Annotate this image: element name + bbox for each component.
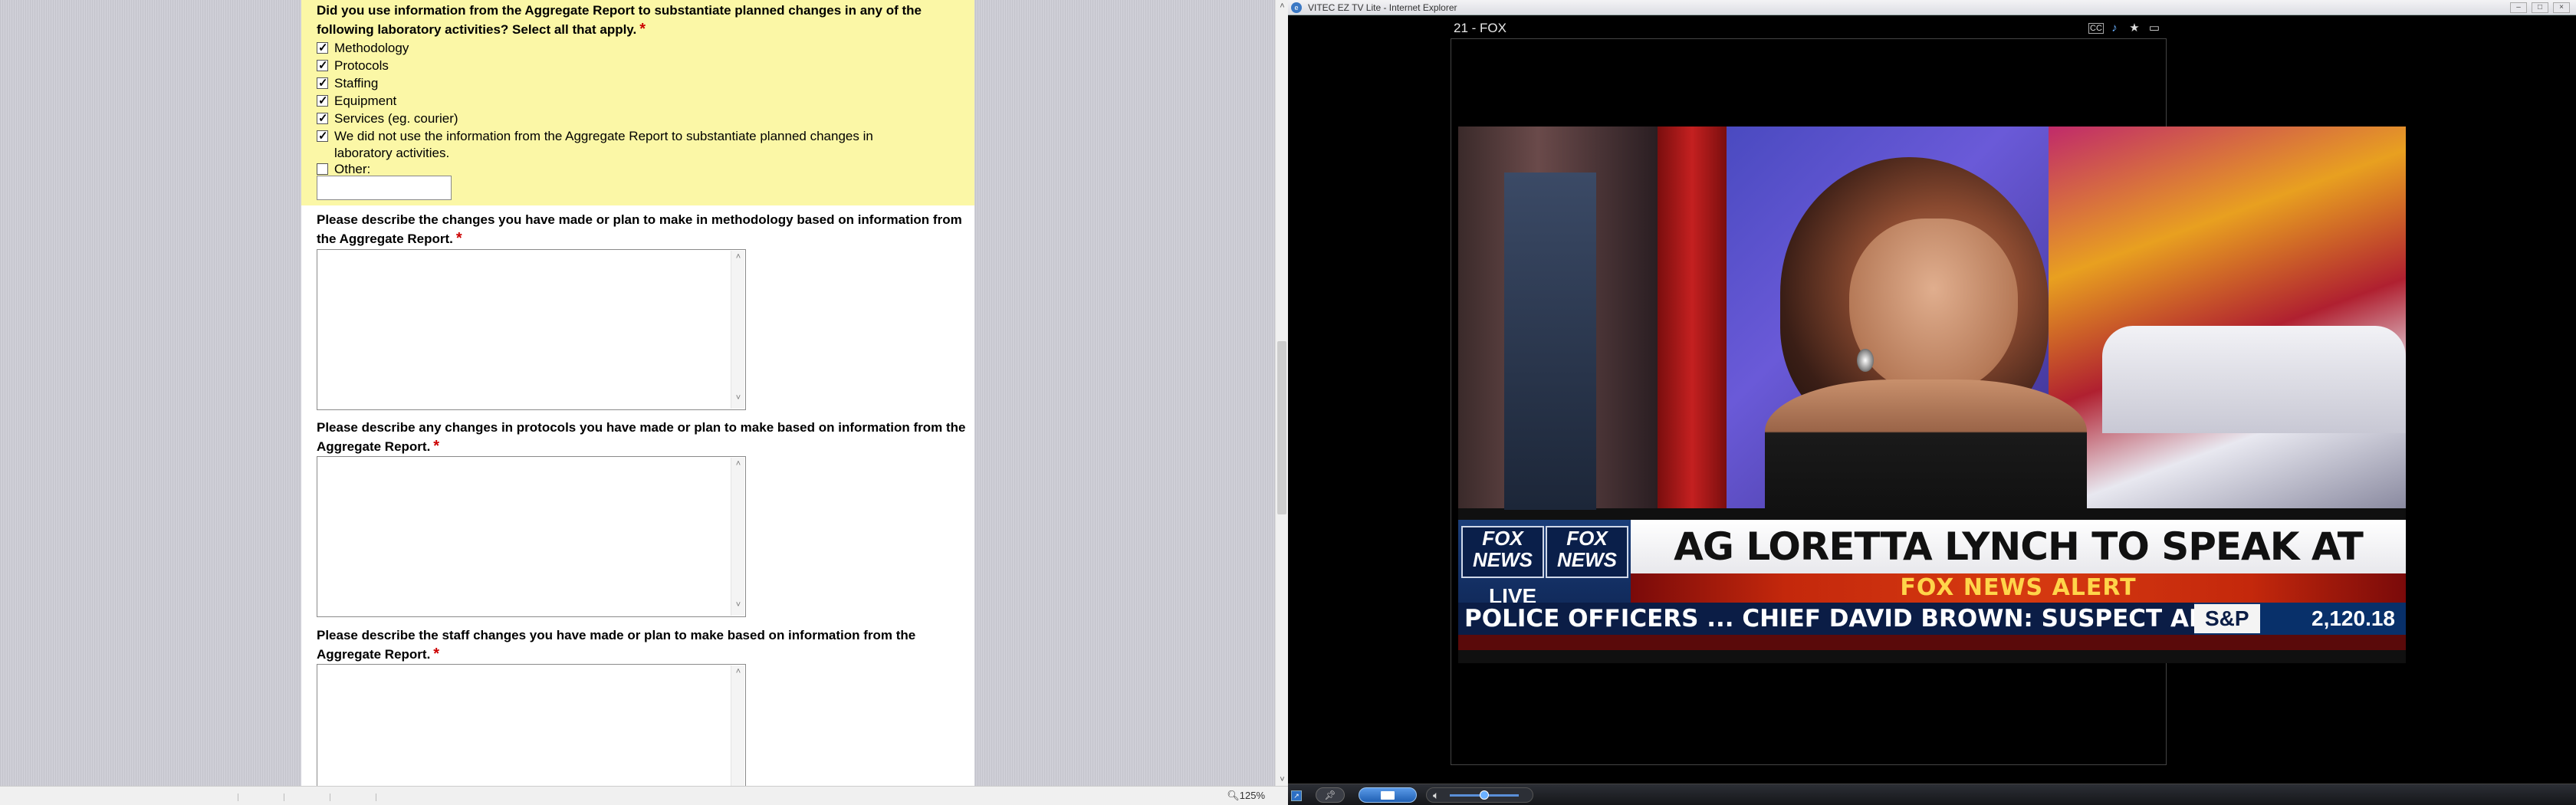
channel-bar: 21 - FOX CC ♪ ★ ▭ (1451, 18, 2167, 38)
cc-icon[interactable]: CC (2088, 23, 2104, 34)
scene-earring (1857, 349, 1874, 372)
option-label: Services (eg. courier) (334, 111, 458, 126)
textarea-scrollbar[interactable]: ˄ (731, 665, 744, 789)
option-did-not-use[interactable]: We did not use the information from the … (317, 128, 930, 162)
pin-button[interactable]: 📌︎ (1316, 787, 1345, 803)
channel-label: 21 - FOX (1454, 21, 1506, 35)
methodology-textarea[interactable]: ˄ ˅ (317, 249, 746, 410)
checkbox-staffing[interactable] (317, 75, 328, 92)
browser-pane: Did you use information from the Aggrega… (0, 0, 1288, 805)
scrollbar-thumb[interactable] (1277, 341, 1286, 514)
question-methodology-block: Did you use information from the Aggrega… (301, 0, 974, 205)
news-crawl: POLICE OFFICERS ... CHIEF DAVID BROWN: S… (1458, 603, 2406, 635)
required-asterisk: * (433, 646, 440, 662)
fox-news-logo: FOX NEWS (1546, 526, 1628, 578)
video-picture[interactable]: FOX NEWS FOX NEWS LIVE AG LORETTA LYNCH … (1458, 127, 2406, 663)
option-methodology[interactable]: Methodology (317, 40, 930, 57)
required-asterisk: * (433, 438, 440, 455)
checkbox-equipment[interactable] (317, 93, 328, 110)
staff-textarea[interactable]: ˄ (317, 664, 746, 790)
window-titlebar[interactable]: e VITEC EZ TV Lite - Internet Explorer –… (1288, 0, 2576, 15)
maximize-button[interactable]: □ (2532, 2, 2548, 13)
crawl-text: POLICE OFFICERS ... CHIEF DAVID BROWN: S… (1464, 605, 2196, 632)
checkbox-protocols[interactable] (317, 58, 328, 74)
news-lower-third: FOX NEWS FOX NEWS LIVE AG LORETTA LYNCH … (1458, 508, 2406, 663)
pin-icon: 📌︎ (1324, 790, 1336, 800)
question-4-text: Please describe the staff changes you ha… (317, 628, 916, 662)
stock-name: S&P (2194, 604, 2260, 633)
tv-player-window: e VITEC EZ TV Lite - Internet Explorer –… (1288, 0, 2576, 805)
volume-slider-knob[interactable] (1480, 790, 1489, 800)
checkbox-other[interactable] (317, 163, 328, 175)
chevron-up-icon[interactable]: ˄ (731, 252, 745, 266)
protocols-textarea[interactable]: ˄ ˅ (317, 456, 746, 617)
corner-menu-icon[interactable]: ↗ (1291, 790, 1302, 801)
option-equipment[interactable]: Equipment (317, 93, 930, 110)
option-services[interactable]: Services (eg. courier) (317, 110, 930, 127)
magnifier-icon: 🔍︎ (1227, 790, 1240, 801)
scene-anchor-shoulders (1765, 380, 2087, 510)
chevron-down-icon[interactable]: ˅ (731, 393, 745, 407)
option-label: Staffing (334, 76, 379, 90)
scene-red-pillar (1658, 127, 1727, 508)
question-3-text: Please describe any changes in protocols… (317, 420, 966, 455)
zoom-control[interactable]: 🔍︎125% (1227, 790, 1265, 802)
checkbox-services[interactable] (317, 110, 328, 127)
option-label: Protocols (334, 58, 389, 73)
music-note-icon[interactable]: ♪ (2107, 21, 2122, 35)
question-1-text: Did you use information from the Aggrega… (317, 3, 922, 38)
chevron-up-icon[interactable]: ˄ (731, 459, 745, 473)
speaker-icon[interactable]: 🔈︎ (1433, 788, 1439, 802)
scroll-up-icon[interactable]: ˄ (1276, 2, 1289, 11)
option-protocols[interactable]: Protocols (317, 58, 930, 74)
player-control-bar: ↗ 📌︎ 🔈︎ (1288, 784, 2576, 805)
zoom-label: 125% (1239, 790, 1265, 801)
required-asterisk: * (639, 21, 646, 38)
textarea-scrollbar[interactable]: ˄ ˅ (731, 458, 744, 616)
star-icon[interactable]: ★ (2127, 21, 2142, 35)
fullscreen-icon[interactable]: ▭ (2147, 21, 2162, 35)
fox-news-logo: FOX NEWS (1461, 526, 1544, 578)
chevron-down-icon[interactable]: ˅ (731, 600, 745, 614)
required-asterisk: * (455, 230, 462, 247)
option-label: We did not use the information from the … (334, 129, 873, 160)
close-button[interactable]: × (2553, 2, 2570, 13)
status-bar: 🔍︎125% (0, 786, 1288, 805)
window-title: VITEC EZ TV Lite - Internet Explorer (1308, 2, 1457, 13)
other-text-input[interactable] (317, 176, 452, 200)
textarea-scrollbar[interactable]: ˄ ˅ (731, 251, 744, 409)
page-scrollbar[interactable]: ˄ ˅ (1275, 0, 1288, 786)
scene-fire-truck (2049, 127, 2406, 508)
scroll-down-icon[interactable]: ˅ (1276, 775, 1289, 784)
stock-ticker: S&P 2,120.18 (2194, 603, 2406, 635)
volume-control[interactable]: 🔈︎ (1426, 787, 1533, 803)
ie-icon: e (1291, 2, 1302, 13)
checkbox-methodology[interactable] (317, 40, 328, 57)
minimize-button[interactable]: – (2510, 2, 2527, 13)
chevron-up-icon[interactable]: ˄ (731, 667, 745, 681)
alert-banner: FOX NEWS ALERT (1631, 573, 2406, 603)
option-staffing[interactable]: Staffing (317, 75, 930, 92)
scene-officer (1504, 172, 1596, 510)
scene-anchor-face (1849, 219, 2018, 395)
option-label: Methodology (334, 41, 409, 55)
checkbox-did-not-use[interactable] (317, 128, 328, 145)
headline-banner: AG LORETTA LYNCH TO SPEAK AT 11:30AM ET (1631, 520, 2406, 623)
option-label: Equipment (334, 94, 397, 108)
bottom-stripe (1458, 635, 2406, 650)
scene-police-car (2102, 326, 2406, 433)
screen-mode-button[interactable] (1359, 787, 1417, 803)
question-2-text: Please describe the changes you have mad… (317, 212, 962, 247)
stock-value: 2,120.18 (2312, 606, 2395, 630)
volume-slider[interactable] (1450, 790, 1519, 800)
survey-form: Did you use information from the Aggrega… (301, 0, 974, 790)
